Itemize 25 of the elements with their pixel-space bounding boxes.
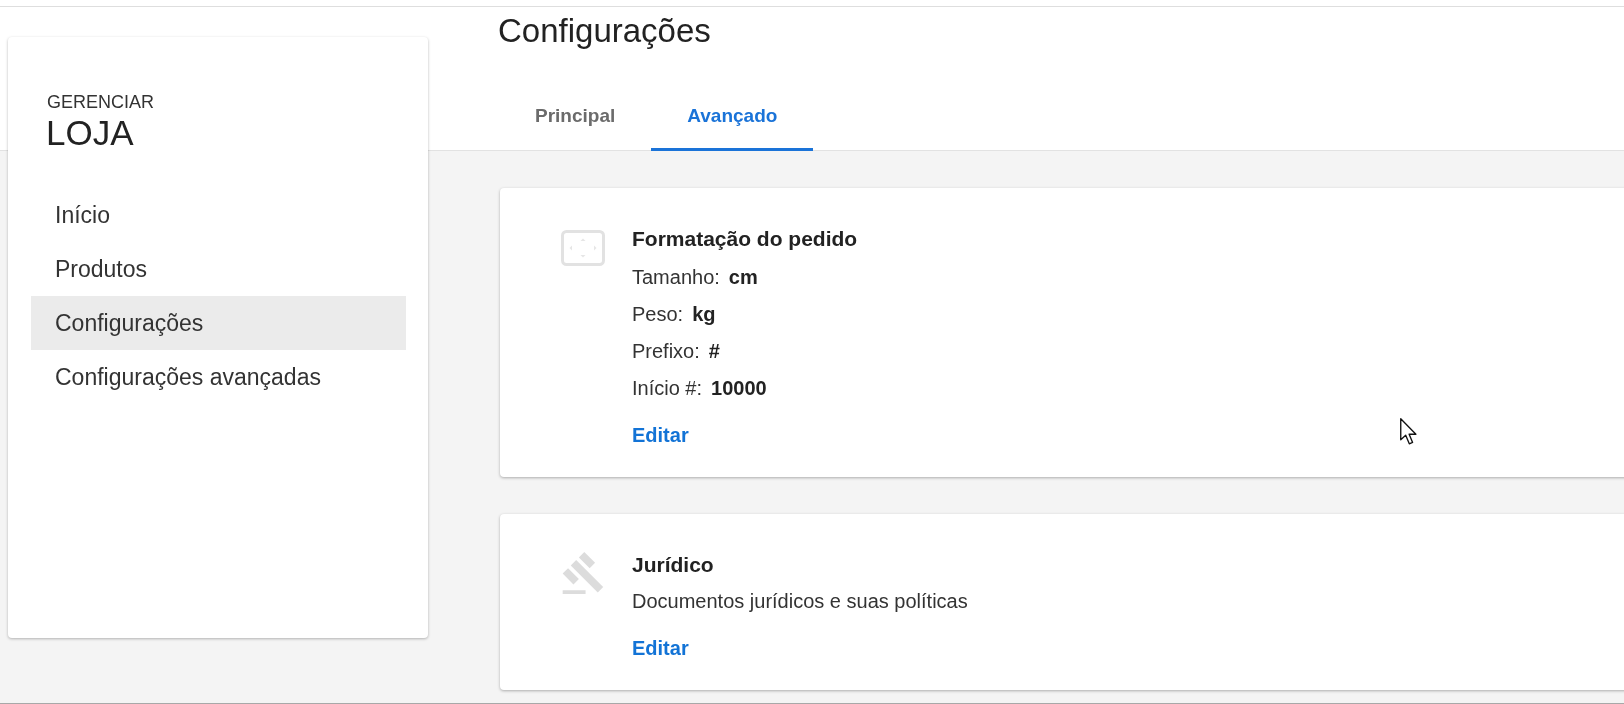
nav-item[interactable]: Configurações avançadas [31, 350, 406, 404]
edit-link[interactable]: Editar [627, 417, 694, 453]
page-title: Configurações [498, 11, 711, 51]
sidebar-title: LOJA [46, 113, 134, 153]
field-label: Tamanho: [632, 265, 720, 290]
square-arrows-icon [561, 230, 605, 266]
gavel-icon [562, 552, 604, 594]
field-value: # [708, 339, 720, 364]
tab[interactable]: Avançado [651, 83, 814, 151]
tab[interactable]: Principal [499, 83, 652, 151]
nav-item[interactable]: Produtos [31, 242, 406, 296]
field-label: Prefixo: [632, 339, 700, 364]
nav-item[interactable]: Configurações [31, 296, 406, 350]
card-title: Jurídico [632, 552, 714, 578]
field-value: 10000 [711, 376, 767, 401]
field-label: Peso: [632, 302, 684, 327]
field-label: Início #: [632, 376, 703, 401]
cursor-icon [1400, 418, 1418, 445]
nav-item[interactable]: Início [31, 188, 406, 242]
edit-link[interactable]: Editar [627, 630, 694, 666]
field-value: kg [692, 302, 716, 327]
card-description: Documentos jurídicos e suas políticas [632, 589, 968, 614]
card-title: Formatação do pedido [632, 226, 858, 252]
field-value: cm [728, 265, 758, 290]
sidebar-kicker: GERENCIAR [47, 91, 154, 113]
